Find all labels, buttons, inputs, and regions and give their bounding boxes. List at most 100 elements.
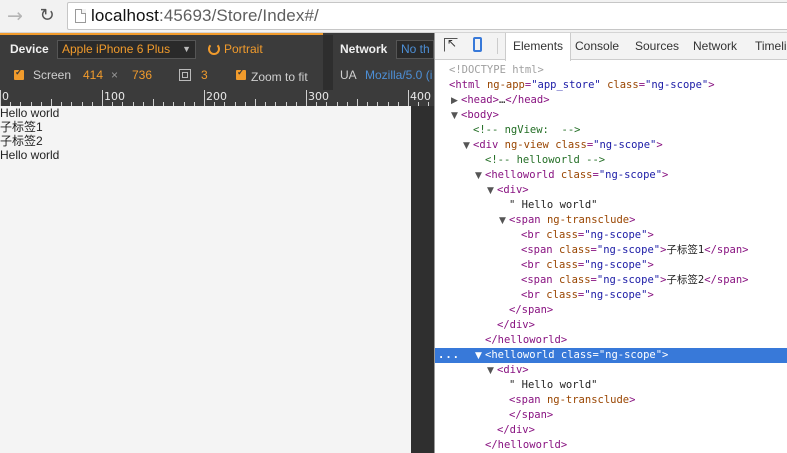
attr-name: class — [555, 139, 587, 151]
tab-network[interactable]: Network — [693, 33, 737, 60]
dom-node-span[interactable]: <span class="ng-scope">子标签1</span> — [435, 243, 787, 258]
expanded-triangle-icon[interactable]: ▼ — [487, 364, 497, 379]
attr-name: ng-transclude — [546, 214, 630, 226]
tab-console[interactable]: Console — [575, 33, 619, 60]
tag-end: </helloworld> — [485, 439, 568, 451]
expanded-triangle-icon[interactable]: ▼ — [451, 109, 461, 124]
dom-node-helloworld[interactable]: ▼ <helloworld class="ng-scope"> — [435, 168, 787, 183]
network-select-value: No th — [401, 42, 430, 56]
expanded-triangle-icon[interactable]: ▼ — [499, 214, 509, 229]
address-bar[interactable]: localhost:45693/Store/Index#/ — [67, 2, 787, 30]
dom-node-div-ngview[interactable]: ▼ <div ng-view class="ng-scope"> — [435, 138, 787, 153]
ruler-tick — [153, 99, 154, 106]
dom-node-close[interactable]: </span> — [435, 408, 787, 423]
device-pixel-ratio-input[interactable]: 3 — [201, 68, 208, 82]
dom-node-span-transclude[interactable]: <span ng-transclude> — [435, 393, 787, 408]
tag-open: <br — [521, 259, 540, 271]
attr-name: class — [560, 349, 593, 361]
dom-node-close[interactable]: </helloworld> — [435, 333, 787, 348]
expanded-triangle-icon[interactable]: ▼ — [475, 349, 485, 364]
tag-close: > — [656, 139, 663, 151]
device-select[interactable]: Apple iPhone 6 Plus ▼ — [57, 40, 196, 59]
tag-close: > — [647, 229, 654, 241]
tab-elements[interactable]: Elements — [505, 33, 572, 61]
network-select[interactable]: No th — [396, 40, 434, 59]
tag-end: </span> — [509, 304, 554, 316]
dom-node-close[interactable]: </helloworld> — [435, 438, 787, 453]
text-node: 子标签1 — [666, 244, 705, 256]
ruler-tick — [102, 90, 103, 106]
tag-open: <helloworld — [485, 169, 555, 181]
tag-close: > — [647, 259, 654, 271]
device-pixel-ratio-icon — [179, 69, 191, 81]
viewport-gutter — [411, 106, 434, 453]
device-emulation-bar: Device Apple iPhone 6 Plus ▼ Portrait Net… — [0, 33, 434, 90]
attr-value: "ng-scope" — [596, 244, 661, 256]
zoom-to-fit-checkbox[interactable] — [236, 67, 246, 80]
toolbar-separator — [323, 35, 333, 90]
expanded-triangle-icon[interactable]: ▼ — [463, 139, 473, 154]
more-options-icon[interactable]: ... — [438, 348, 460, 363]
ruler-label: 100 — [104, 90, 125, 103]
user-agent-input[interactable]: Mozilla/5.0 (i — [365, 68, 434, 82]
dom-node-br[interactable]: <br class="ng-scope"> — [435, 228, 787, 243]
reload-icon[interactable]: ↻ — [36, 5, 58, 27]
dom-node-comment[interactable]: <!-- helloworld --> — [435, 153, 787, 168]
dom-node-text[interactable]: " Hello world" — [435, 198, 787, 213]
doctype-text: <!DOCTYPE html> — [449, 64, 544, 76]
tag-close: > — [629, 214, 636, 226]
tab-sources[interactable]: Sources — [635, 33, 679, 60]
tag-open: <span — [521, 244, 553, 256]
ruler-tick — [306, 90, 307, 106]
dom-node-close[interactable]: </div> — [435, 318, 787, 333]
attr-value: "app_store" — [531, 79, 601, 91]
text-node: 子标签2 — [666, 274, 705, 286]
device-mode-icon[interactable] — [473, 37, 482, 52]
dom-node-span-transclude[interactable]: ▼ <span ng-transclude> — [435, 213, 787, 228]
ruler-label: 400 — [410, 90, 431, 103]
page-icon — [75, 9, 86, 23]
device-label: Device — [10, 42, 49, 56]
ruler-tick — [204, 90, 205, 106]
url-path: :45693/Store/Index#/ — [159, 6, 319, 25]
tag-open: <span — [509, 394, 541, 406]
tag-close: > — [629, 394, 636, 406]
attr-name: ng-transclude — [546, 394, 630, 406]
tag-close: > — [662, 169, 669, 181]
portrait-button[interactable]: Portrait — [208, 42, 263, 56]
emulated-viewport: Hello world 子标签1 子标签2 Hello world — [0, 106, 411, 453]
tab-timeline[interactable]: Timeline — [755, 33, 787, 60]
forward-arrow-icon[interactable]: → — [4, 5, 26, 27]
attr-value: "ng-scope" — [596, 274, 661, 286]
dom-node-close[interactable]: </div> — [435, 423, 787, 438]
expanded-triangle-icon[interactable]: ▼ — [475, 169, 485, 184]
collapsed-triangle-icon[interactable]: ▶ — [451, 94, 461, 109]
comment-text: <!-- helloworld --> — [485, 154, 606, 166]
inspect-element-icon[interactable] — [444, 36, 458, 52]
dom-node-head[interactable]: ▶ <head>…</head> — [435, 93, 787, 108]
dom-node-div[interactable]: ▼ <div> — [435, 363, 787, 378]
tag-close: > — [708, 79, 715, 91]
url-text[interactable]: localhost:45693/Store/Index#/ — [91, 6, 319, 26]
expanded-triangle-icon[interactable]: ▼ — [487, 184, 497, 199]
dom-node-comment[interactable]: <!-- ngView: --> — [435, 123, 787, 138]
dom-node-text[interactable]: " Hello world" — [435, 378, 787, 393]
dom-node-helloworld-selected[interactable]: ... ▼ <helloworld class="ng-scope"> — [435, 348, 787, 363]
child-tag-1-text: 子标签1 — [0, 120, 43, 134]
tag-open: <div — [473, 139, 499, 151]
screen-times-sign: × — [111, 68, 119, 82]
dom-node-div[interactable]: ▼ <div> — [435, 183, 787, 198]
dom-node-doctype[interactable]: <!DOCTYPE html> — [435, 63, 787, 78]
dom-node-html[interactable]: <html ng-app="app_store" class="ng-scope… — [435, 78, 787, 93]
dom-node-br[interactable]: <br class="ng-scope"> — [435, 258, 787, 273]
device-select-value: Apple iPhone 6 Plus — [62, 42, 171, 56]
screen-checkbox[interactable] — [14, 67, 24, 80]
tag-end: </head> — [505, 94, 550, 106]
dom-node-br[interactable]: <br class="ng-scope"> — [435, 288, 787, 303]
dom-node-body[interactable]: ▼ <body> — [435, 108, 787, 123]
dom-node-close[interactable]: </span> — [435, 303, 787, 318]
screen-width-input[interactable]: 414 — [83, 68, 103, 82]
screen-height-input[interactable]: 736 — [132, 68, 152, 82]
attr-value: "ng-scope" — [598, 169, 663, 181]
dom-node-span[interactable]: <span class="ng-scope">子标签2</span> — [435, 273, 787, 288]
